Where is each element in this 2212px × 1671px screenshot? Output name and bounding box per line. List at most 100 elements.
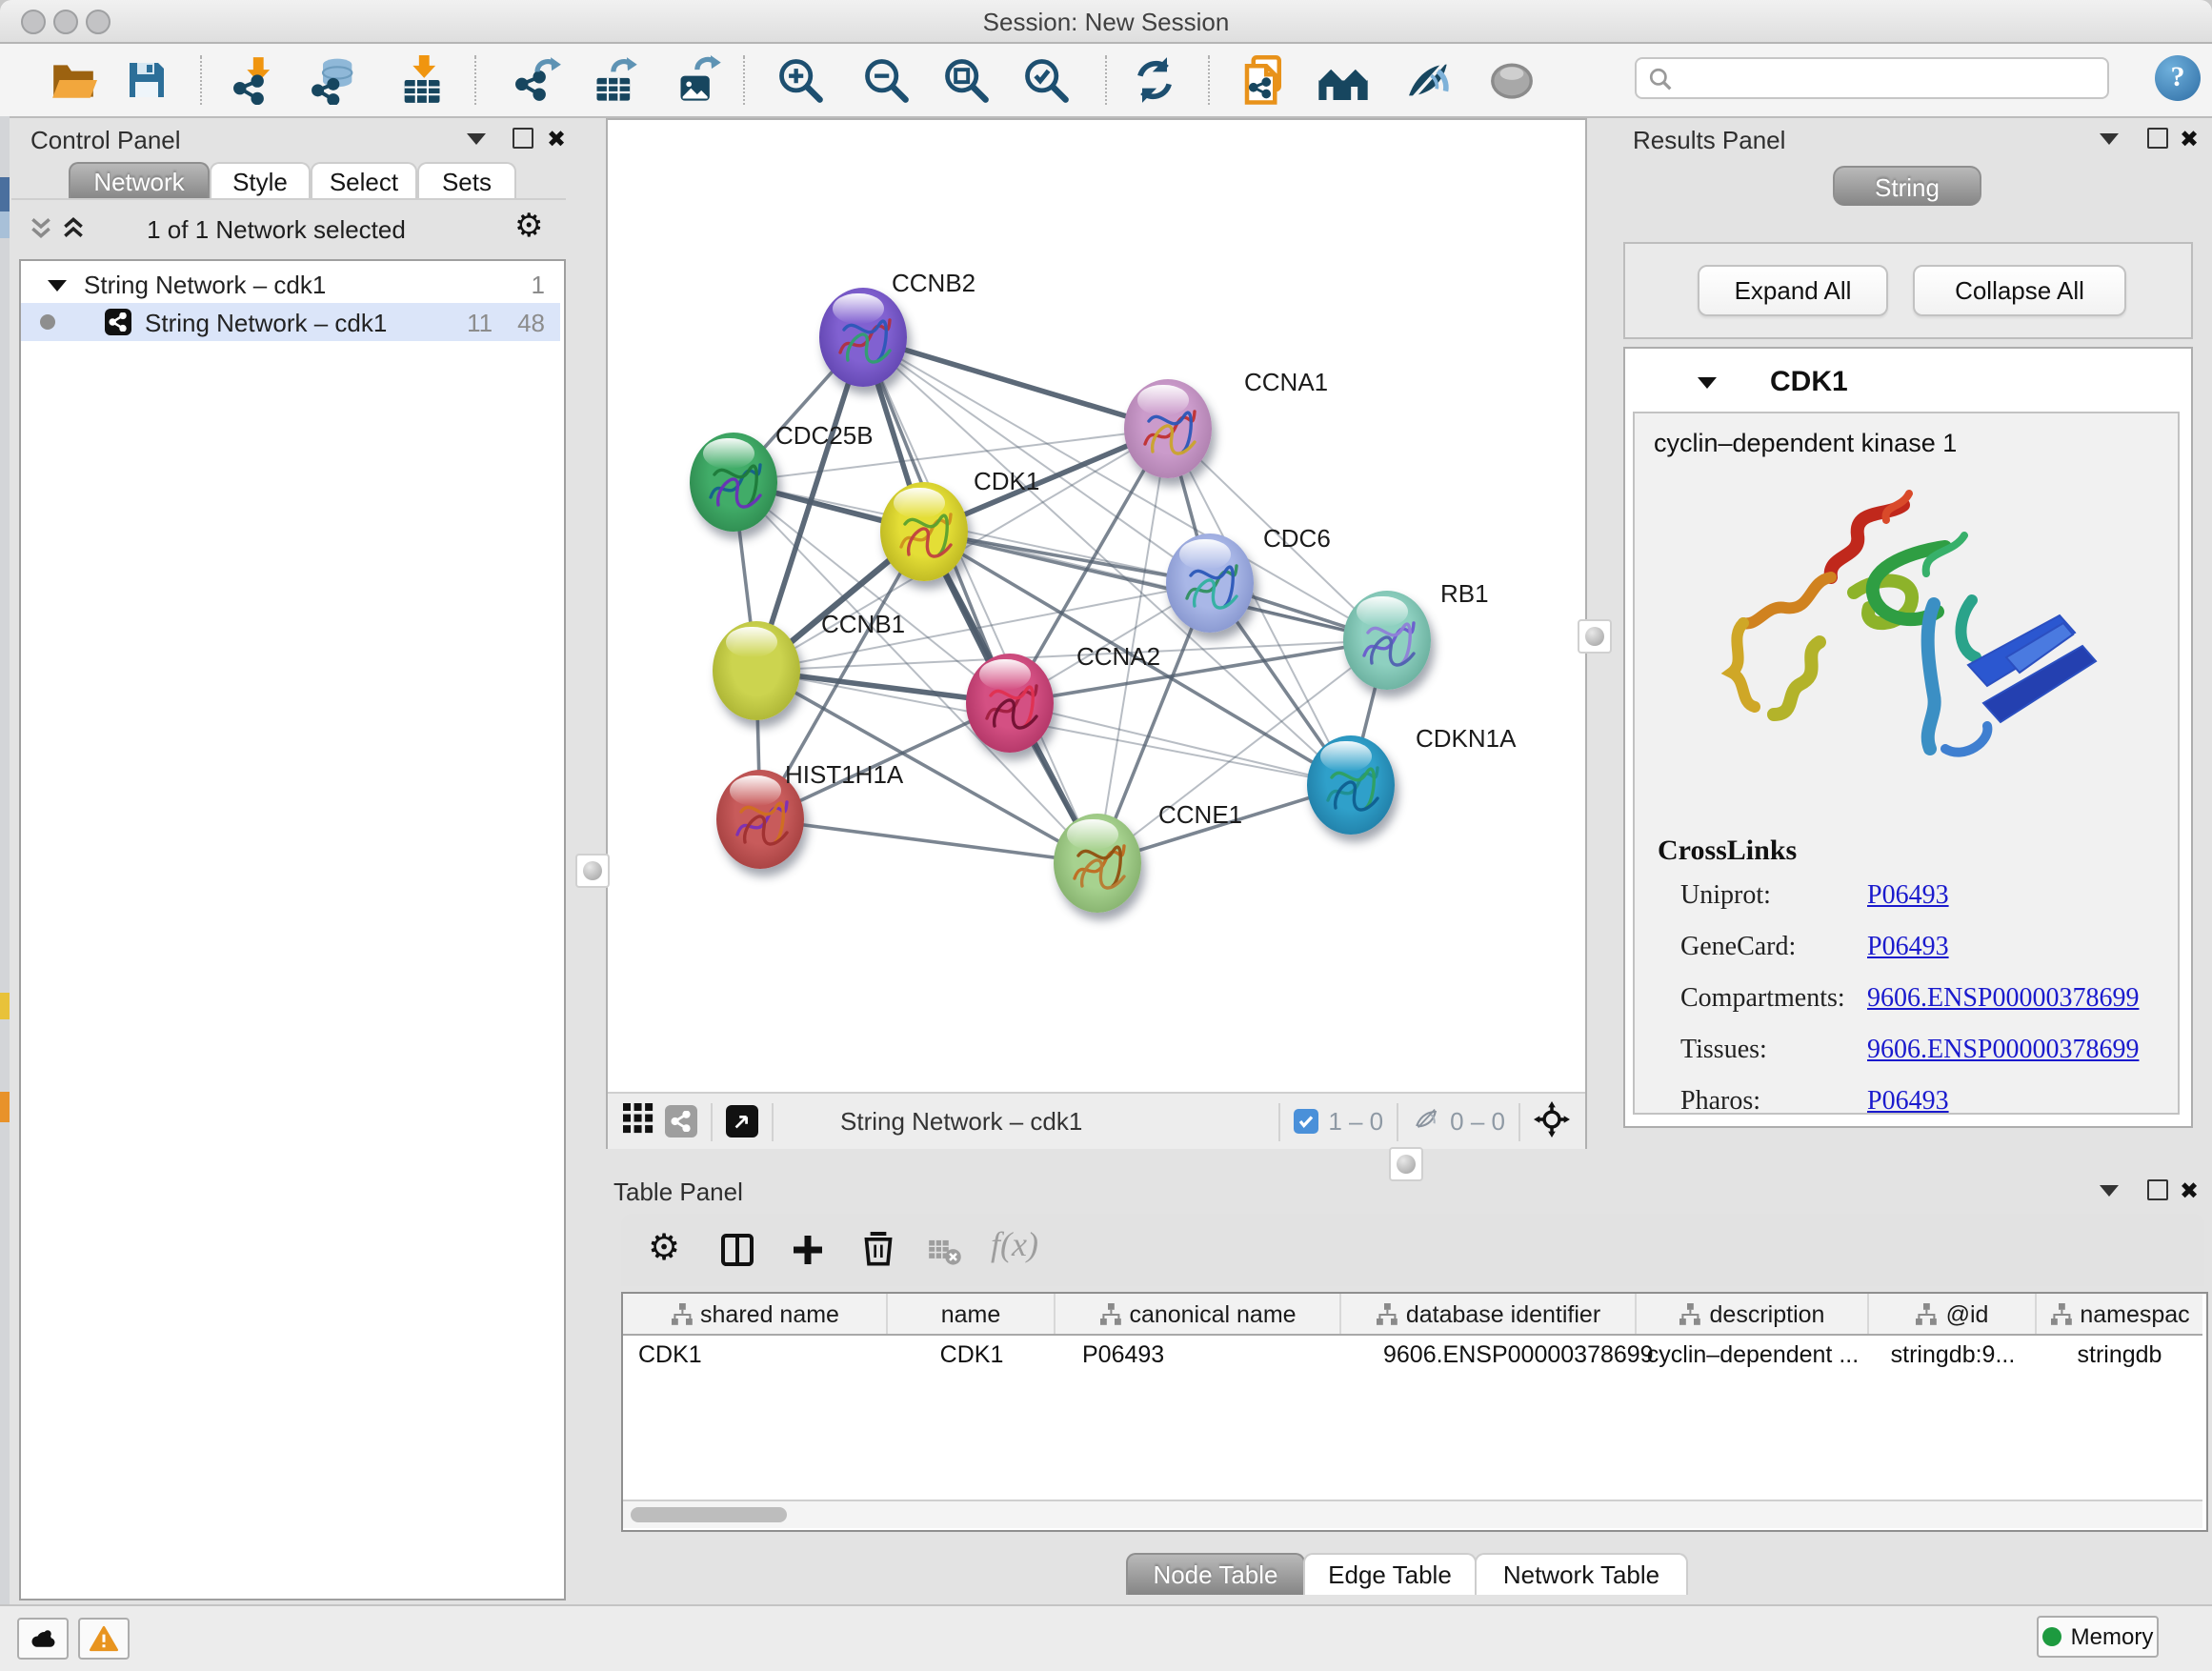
hide-selection-icon[interactable] bbox=[1402, 53, 1456, 107]
tab-select[interactable]: Select bbox=[311, 162, 417, 200]
col-shared-name[interactable]: shared name bbox=[623, 1294, 888, 1334]
warnings-button[interactable] bbox=[78, 1618, 130, 1660]
locate-crosshair-icon[interactable] bbox=[1534, 1100, 1570, 1142]
birds-eye-view-icon[interactable] bbox=[726, 1105, 758, 1137]
results-entry-box: CDK1 cyclin–dependent kinase 1 bbox=[1623, 347, 2193, 1128]
import-table-file-icon[interactable] bbox=[394, 53, 448, 107]
col-name[interactable]: name bbox=[888, 1294, 1056, 1334]
status-bar: Memory bbox=[0, 1604, 2212, 1671]
results-panel-collapse-icon[interactable] bbox=[2100, 133, 2119, 145]
entry-content-box: cyclin–dependent kinase 1 bbox=[1633, 412, 2180, 1115]
first-neighbors-icon[interactable] bbox=[1317, 53, 1370, 107]
network-node-ccna2[interactable] bbox=[966, 654, 1054, 753]
table-panel-float-icon[interactable] bbox=[2147, 1179, 2168, 1200]
expand-all-button[interactable]: Expand All bbox=[1698, 265, 1888, 316]
network-node-label: CDC6 bbox=[1263, 524, 1331, 553]
help-icon[interactable]: ? bbox=[2155, 55, 2201, 101]
network-node-cdc25b[interactable] bbox=[690, 433, 777, 532]
selected-node-edge-counts: 1 – 0 bbox=[1328, 1107, 1383, 1136]
entry-collapse-icon[interactable] bbox=[1698, 377, 1717, 389]
control-panel-collapse-icon[interactable] bbox=[467, 133, 486, 145]
col-namespace[interactable]: namespac bbox=[2037, 1294, 2202, 1334]
col-database-identifier[interactable]: database identifier bbox=[1341, 1294, 1637, 1334]
table-settings-gear-icon[interactable]: ⚙ bbox=[648, 1227, 680, 1271]
tab-string-results[interactable]: String bbox=[1833, 166, 1981, 206]
tab-network-table[interactable]: Network Table bbox=[1475, 1553, 1688, 1595]
table-toolbar: ⚙ f(x) bbox=[621, 1214, 2204, 1286]
results-panel-float-icon[interactable] bbox=[2147, 128, 2168, 149]
tab-sets[interactable]: Sets bbox=[417, 162, 516, 200]
crosslink-row: Uniprot: bbox=[1680, 882, 1771, 913]
grid-mode-icon[interactable] bbox=[623, 1103, 654, 1139]
search-input[interactable] bbox=[1680, 63, 2107, 93]
results-panel-close-icon[interactable]: ✖ bbox=[2180, 130, 2199, 149]
network-node-ccnb1[interactable] bbox=[713, 621, 800, 720]
genecard-link[interactable]: P06493 bbox=[1867, 934, 1949, 964]
zoom-fit-icon[interactable] bbox=[939, 53, 993, 107]
network-group-row[interactable]: String Network – cdk1 1 bbox=[21, 267, 560, 303]
network-share-view-icon[interactable] bbox=[665, 1105, 697, 1137]
network-node-ccna1[interactable] bbox=[1124, 379, 1212, 478]
network-canvas[interactable]: CCNB2CCNA1CDC25BCDK1CDC6RB1CCNB1CCNA2CDK… bbox=[608, 120, 1585, 1092]
tab-node-table[interactable]: Node Table bbox=[1126, 1553, 1305, 1595]
network-options-gear-icon[interactable]: ⚙ bbox=[514, 208, 544, 246]
node-structure-image bbox=[1166, 534, 1254, 633]
import-network-database-icon[interactable] bbox=[309, 53, 362, 107]
cloud-services-button[interactable] bbox=[17, 1618, 69, 1660]
network-view-title: String Network – cdk1 bbox=[840, 1107, 1082, 1136]
export-image-icon[interactable] bbox=[673, 53, 726, 107]
network-selection-status: 1 of 1 Network selected bbox=[19, 215, 533, 244]
toolbar-separator bbox=[200, 55, 204, 105]
network-row-selected[interactable]: String Network – cdk1 11 48 bbox=[21, 303, 560, 341]
open-session-icon[interactable] bbox=[46, 53, 99, 107]
table-panel-close-icon[interactable]: ✖ bbox=[2180, 1181, 2199, 1200]
memory-button[interactable]: Memory bbox=[2037, 1616, 2159, 1658]
network-node-cdc6[interactable] bbox=[1166, 534, 1254, 633]
save-session-icon[interactable] bbox=[120, 53, 173, 107]
tab-edge-table[interactable]: Edge Table bbox=[1303, 1553, 1477, 1595]
function-builder-icon: f(x) bbox=[991, 1225, 1038, 1265]
node-structure-image bbox=[1054, 814, 1141, 913]
network-collection-label: String Network – cdk1 bbox=[84, 271, 326, 299]
network-node-ccnb2[interactable] bbox=[819, 288, 907, 387]
network-list: String Network – cdk1 1 String Network –… bbox=[19, 259, 566, 1601]
table-panel-collapse-icon[interactable] bbox=[2100, 1185, 2119, 1197]
zoom-out-icon[interactable] bbox=[859, 53, 913, 107]
control-panel-float-icon[interactable] bbox=[513, 128, 533, 149]
tab-network[interactable]: Network bbox=[69, 162, 210, 200]
crosslink-row: Compartments: bbox=[1680, 985, 1845, 1016]
zoom-in-icon[interactable] bbox=[774, 53, 827, 107]
pharos-link[interactable]: P06493 bbox=[1867, 1088, 1949, 1118]
table-row[interactable]: CDK1 CDK1 P06493 9606.ENSP00000378699 cy… bbox=[623, 1336, 2202, 1372]
export-network-icon[interactable] bbox=[511, 53, 564, 107]
network-node-ccne1[interactable] bbox=[1054, 814, 1141, 913]
zoom-selected-icon[interactable] bbox=[1019, 53, 1073, 107]
right-splitter-handle[interactable] bbox=[1578, 619, 1612, 654]
hscrollbar-thumb[interactable] bbox=[631, 1507, 787, 1522]
export-table-icon[interactable] bbox=[589, 53, 642, 107]
show-all-icon[interactable] bbox=[1484, 53, 1538, 107]
control-panel-close-icon[interactable]: ✖ bbox=[547, 130, 566, 149]
table-hscrollbar[interactable] bbox=[623, 1500, 2202, 1528]
collapse-all-button[interactable]: Collapse All bbox=[1913, 265, 2126, 316]
tab-style[interactable]: Style bbox=[210, 162, 311, 200]
table-columns-icon[interactable] bbox=[718, 1231, 756, 1278]
selected-checkbox-icon[interactable] bbox=[1294, 1109, 1318, 1134]
tree-expand-icon[interactable] bbox=[48, 279, 67, 291]
import-network-file-icon[interactable] bbox=[229, 53, 282, 107]
clone-network-icon[interactable] bbox=[1237, 53, 1290, 107]
col-id[interactable]: @id bbox=[1869, 1294, 2037, 1334]
network-node-rb1[interactable] bbox=[1343, 591, 1431, 690]
refresh-layout-icon[interactable] bbox=[1128, 53, 1181, 107]
tissues-link[interactable]: 9606.ENSP00000378699 bbox=[1867, 1037, 2139, 1067]
uniprot-link[interactable]: P06493 bbox=[1867, 882, 1949, 913]
compartments-link[interactable]: 9606.ENSP00000378699 bbox=[1867, 985, 2139, 1016]
delete-column-trash-icon[interactable] bbox=[859, 1229, 897, 1277]
col-canonical-name[interactable]: canonical name bbox=[1056, 1294, 1341, 1334]
col-description[interactable]: description bbox=[1637, 1294, 1869, 1334]
horizontal-splitter-handle[interactable] bbox=[1389, 1147, 1423, 1181]
left-splitter-handle[interactable] bbox=[575, 854, 610, 888]
network-node-cdkn1a[interactable] bbox=[1307, 735, 1395, 835]
add-column-icon[interactable] bbox=[789, 1231, 827, 1278]
network-node-cdk1[interactable] bbox=[880, 482, 968, 581]
